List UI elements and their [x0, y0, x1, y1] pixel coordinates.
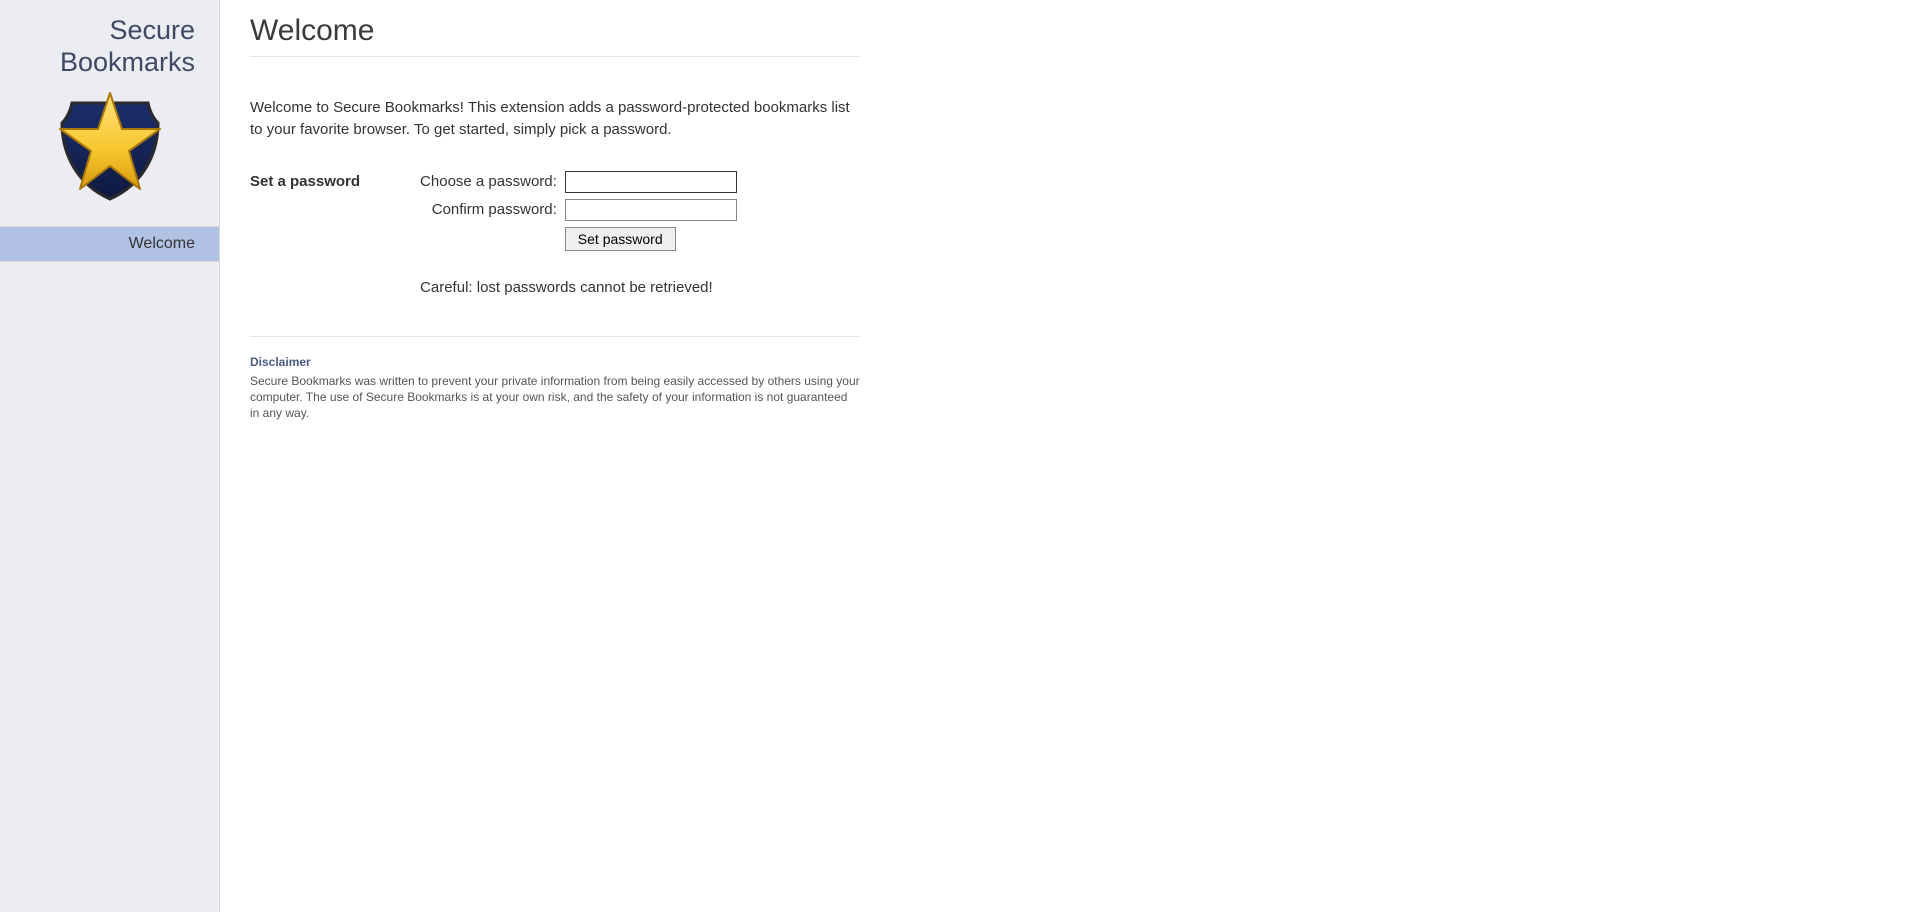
app-brand: Secure Bookmarks — [0, 0, 219, 79]
intro-text: Welcome to Secure Bookmarks! This extens… — [250, 97, 850, 141]
password-warning: Careful: lost passwords cannot be retrie… — [420, 279, 737, 296]
page-title: Welcome — [250, 14, 1890, 48]
confirm-password-label: Confirm password: — [420, 201, 557, 218]
app-logo-wrap — [0, 79, 219, 226]
app-root: Secure Bookmarks — [0, 0, 1920, 912]
brand-line2: Bookmarks — [60, 47, 195, 77]
disclaimer-text: Secure Bookmarks was written to prevent … — [250, 373, 860, 422]
sidebar-item-welcome[interactable]: Welcome — [0, 227, 219, 262]
confirm-password-input[interactable] — [565, 199, 737, 221]
sidebar: Secure Bookmarks — [0, 0, 220, 912]
choose-password-input[interactable] — [565, 171, 737, 193]
form-fields: Choose a password: Confirm password: Set… — [420, 171, 737, 326]
brand-line1: Secure — [109, 15, 195, 45]
choose-password-label: Choose a password: — [420, 173, 557, 190]
sidebar-nav: Welcome — [0, 226, 219, 262]
form-heading: Set a password — [250, 171, 360, 326]
main-content: Welcome Welcome to Secure Bookmarks! Thi… — [220, 0, 1920, 912]
sidebar-item-label: Welcome — [129, 235, 195, 252]
disclaimer-divider — [250, 336, 860, 337]
shield-star-icon — [50, 85, 170, 208]
set-password-button[interactable]: Set password — [565, 227, 676, 251]
title-divider — [250, 56, 860, 57]
disclaimer-heading: Disclaimer — [250, 355, 1890, 369]
password-form-section: Set a password Choose a password: Confir… — [250, 171, 970, 326]
